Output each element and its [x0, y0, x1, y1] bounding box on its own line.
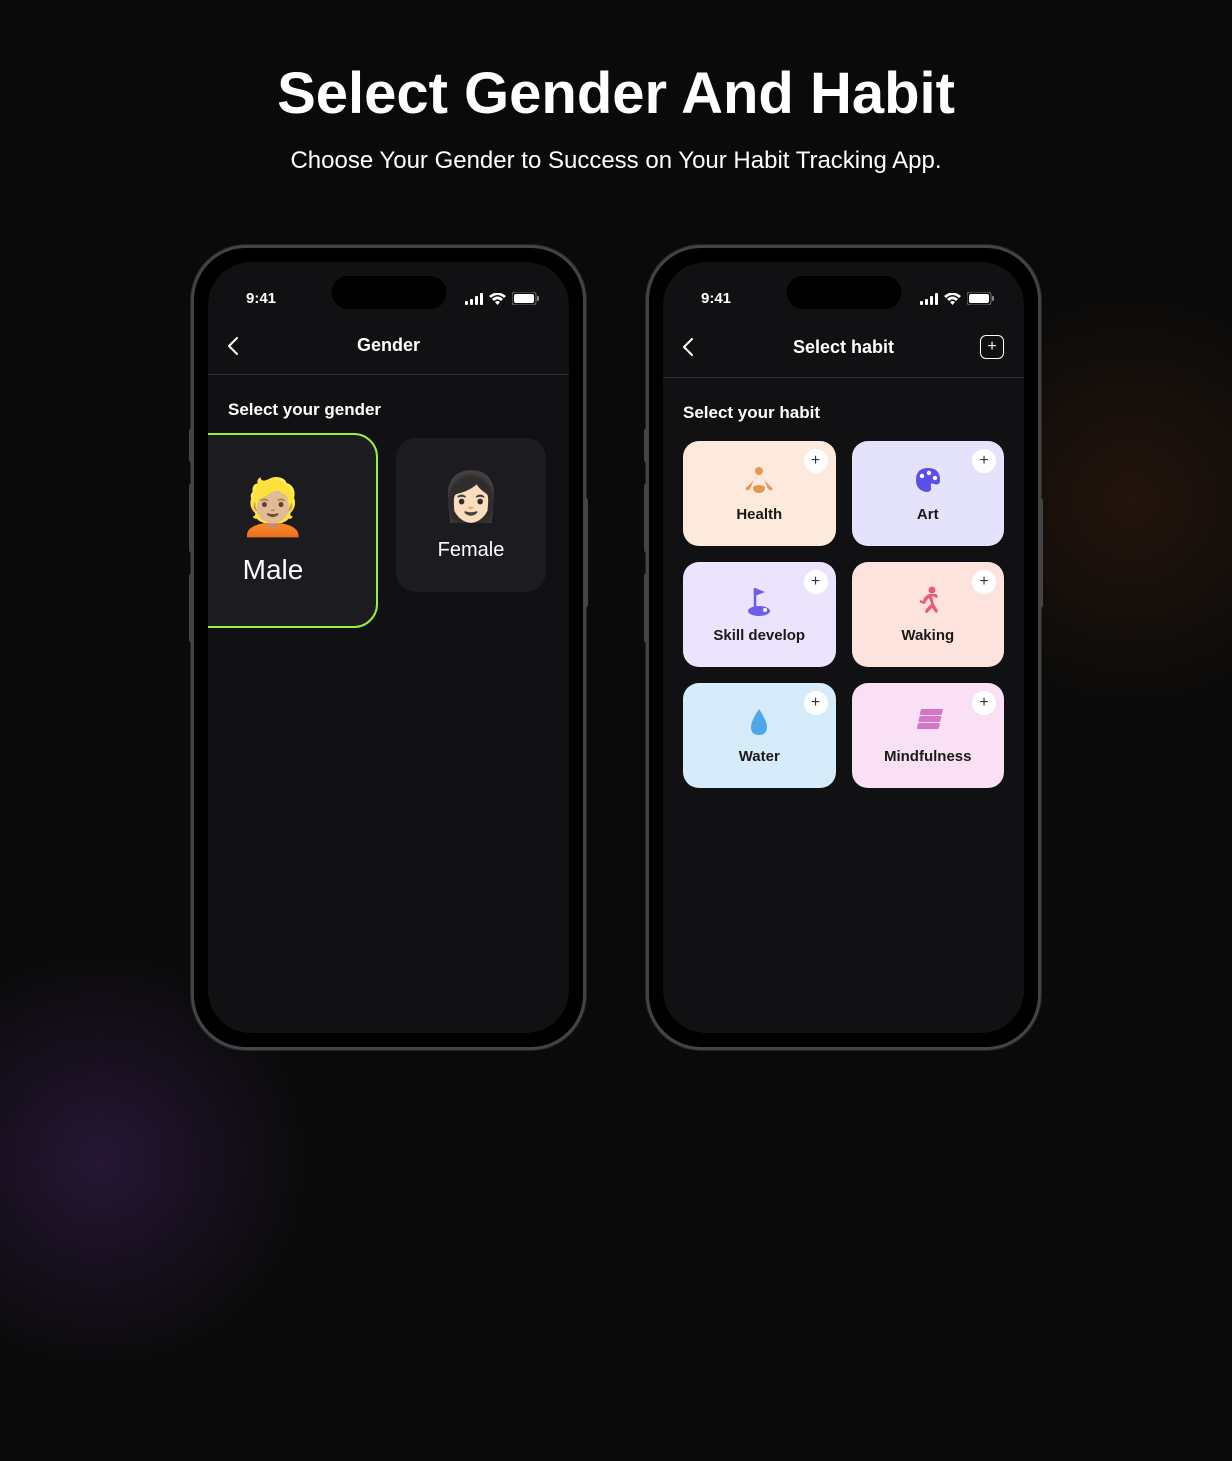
- status-time: 9:41: [238, 290, 276, 307]
- meditation-icon: [743, 464, 775, 496]
- gender-card-male[interactable]: 👱🏼 Male: [208, 433, 378, 628]
- running-icon: [914, 585, 942, 617]
- habit-label: Skill develop: [713, 627, 805, 644]
- habit-card-water[interactable]: + Water: [683, 683, 836, 788]
- habit-label: Art: [917, 506, 939, 523]
- nav-title: Gender: [258, 335, 519, 356]
- gender-label: Female: [438, 539, 505, 562]
- back-button[interactable]: [683, 338, 713, 356]
- signal-icon: [465, 293, 483, 305]
- gender-section-label: Select your gender: [228, 400, 549, 420]
- habit-card-skill[interactable]: + Skill develop: [683, 562, 836, 667]
- male-emoji-icon: 👱🏼: [239, 475, 307, 540]
- dynamic-island: [786, 276, 901, 309]
- habit-card-health[interactable]: + Health: [683, 441, 836, 546]
- add-habit-button[interactable]: +: [974, 335, 1004, 359]
- add-icon[interactable]: +: [804, 570, 828, 594]
- habit-section-label: Select your habit: [683, 403, 1004, 423]
- status-time: 9:41: [693, 290, 731, 307]
- habit-label: Waking: [901, 627, 954, 644]
- add-icon[interactable]: +: [804, 691, 828, 715]
- nav-bar: Select habit +: [663, 317, 1024, 378]
- nav-title: Select habit: [713, 337, 974, 358]
- signal-icon: [920, 293, 938, 305]
- page-title: Select Gender And Habit: [40, 60, 1192, 127]
- books-icon: [913, 706, 943, 738]
- habit-card-waking[interactable]: + Waking: [852, 562, 1005, 667]
- phone-habits: 9:41: [646, 245, 1041, 1050]
- water-drop-icon: [747, 706, 771, 738]
- habit-label: Water: [739, 748, 780, 765]
- habit-card-mindfulness[interactable]: + Mindfulness: [852, 683, 1005, 788]
- battery-icon: [512, 292, 539, 305]
- gender-card-female[interactable]: 👩🏻 Female: [396, 438, 546, 592]
- habit-label: Mindfulness: [884, 748, 972, 765]
- dynamic-island: [331, 276, 446, 309]
- wifi-icon: [489, 293, 506, 305]
- add-icon[interactable]: +: [804, 449, 828, 473]
- gender-label: Male: [243, 554, 304, 586]
- golf-icon: [745, 585, 773, 617]
- palette-icon: [912, 464, 944, 496]
- phone-gender: 9:41: [191, 245, 586, 1050]
- habit-card-art[interactable]: + Art: [852, 441, 1005, 546]
- back-button[interactable]: [228, 337, 258, 355]
- wifi-icon: [944, 293, 961, 305]
- add-icon[interactable]: +: [972, 449, 996, 473]
- plus-icon: +: [980, 335, 1004, 359]
- nav-bar: Gender: [208, 317, 569, 375]
- habit-label: Health: [736, 506, 782, 523]
- page-subtitle: Choose Your Gender to Success on Your Ha…: [40, 147, 1192, 175]
- female-emoji-icon: 👩🏻: [441, 468, 501, 525]
- add-icon[interactable]: +: [972, 691, 996, 715]
- add-icon[interactable]: +: [972, 570, 996, 594]
- battery-icon: [967, 292, 994, 305]
